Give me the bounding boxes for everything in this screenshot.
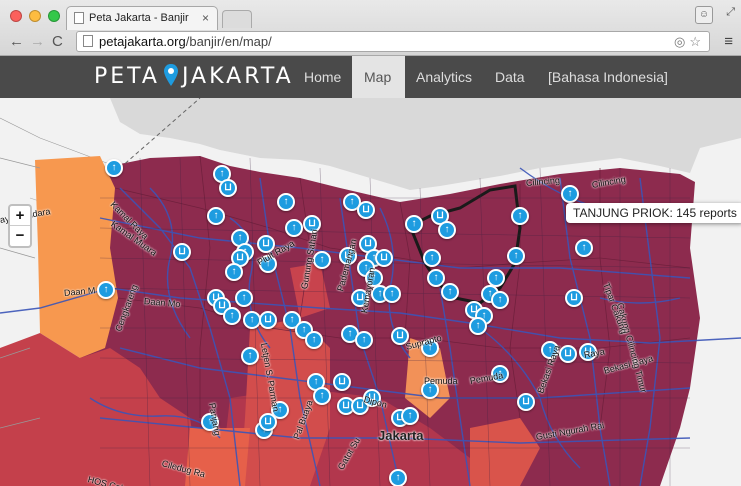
url-host: petajakarta.org: [99, 34, 186, 49]
close-window-button[interactable]: [10, 10, 22, 22]
page-icon: [83, 35, 93, 47]
report-tray-icon[interactable]: ⊔: [219, 179, 237, 197]
arrow-right-icon[interactable]: →: [30, 34, 45, 50]
report-arrow-icon[interactable]: ↑: [355, 331, 373, 349]
report-arrow-icon[interactable]: ↑: [97, 281, 115, 299]
arrow-left-icon[interactable]: ←: [9, 34, 24, 50]
report-arrow-icon[interactable]: ↑: [313, 251, 331, 269]
report-tray-icon[interactable]: ⊔: [259, 413, 277, 431]
report-arrow-icon[interactable]: ↑: [427, 269, 445, 287]
report-arrow-icon[interactable]: ↑: [469, 317, 487, 335]
report-tray-icon[interactable]: ⊔: [565, 289, 583, 307]
nav-analytics[interactable]: Analytics: [404, 56, 484, 98]
report-tray-icon[interactable]: ⊔: [375, 249, 393, 267]
brand-right: JAKARTA: [181, 64, 294, 89]
report-arrow-icon[interactable]: ↑: [507, 247, 525, 265]
zoom-in-button[interactable]: +: [10, 206, 30, 226]
flood-map[interactable]: ↑↑⊔↑↑⊔↑⊔↑↑⊔↑↑⊔⊔↑⊔⊔↑⊔↑↑↑↑⊔↑↑⊔⊔↑↑⊔↑↑↑↑↑↑↑↑…: [0, 98, 741, 486]
nav-home[interactable]: Home: [292, 56, 353, 98]
report-arrow-icon[interactable]: ↑: [575, 239, 593, 257]
report-arrow-icon[interactable]: ↑: [438, 221, 456, 239]
nav-data[interactable]: Data: [483, 56, 537, 98]
brand-logo[interactable]: PETA JAKARTA: [94, 64, 294, 89]
tab-close-icon[interactable]: ×: [202, 7, 209, 29]
report-arrow-icon[interactable]: ↑: [105, 159, 123, 177]
report-arrow-icon[interactable]: ↑: [235, 289, 253, 307]
report-arrow-icon[interactable]: ↑: [305, 331, 323, 349]
report-arrow-icon[interactable]: ↑: [423, 249, 441, 267]
minimize-window-button[interactable]: [29, 10, 41, 22]
district-orange-west: [35, 156, 118, 358]
site-navbar: PETA JAKARTA Home Map Analytics Data [Bah…: [0, 56, 741, 98]
report-tray-icon[interactable]: ⊔: [259, 311, 277, 329]
zoom-window-button[interactable]: [48, 10, 60, 22]
page-icon: [74, 12, 84, 24]
hamburger-menu-icon[interactable]: ≡: [724, 33, 733, 50]
map-pin-icon: [163, 64, 178, 86]
report-tray-icon[interactable]: ⊔: [333, 373, 351, 391]
user-profile-icon[interactable]: ☺: [695, 6, 713, 24]
report-arrow-icon[interactable]: ↑: [241, 347, 259, 365]
report-arrow-icon[interactable]: ↑: [383, 285, 401, 303]
tab-title: Peta Jakarta - Banjir: [89, 12, 189, 24]
address-bar[interactable]: petajakarta.org/banjir/en/map/ ◎☆: [76, 31, 710, 52]
browser-chrome: Peta Jakarta - Banjir × ☺ ⤢ ← → C petaja…: [0, 0, 741, 56]
report-arrow-icon[interactable]: ↑: [561, 185, 579, 203]
report-arrow-icon[interactable]: ↑: [313, 387, 331, 405]
report-tray-icon[interactable]: ⊔: [517, 393, 535, 411]
report-arrow-icon[interactable]: ↑: [405, 215, 423, 233]
report-tray-icon[interactable]: ⊔: [173, 243, 191, 261]
report-arrow-icon[interactable]: ↑: [223, 307, 241, 325]
zoom-out-button[interactable]: −: [10, 226, 30, 246]
new-tab-button[interactable]: [222, 10, 252, 28]
report-arrow-icon[interactable]: ↑: [207, 207, 225, 225]
zoom-control: + −: [8, 204, 32, 248]
report-arrow-icon[interactable]: ↑: [441, 283, 459, 301]
report-arrow-icon[interactable]: ↑: [389, 469, 407, 486]
report-tray-icon[interactable]: ⊔: [357, 201, 375, 219]
url-path: /banjir/en/map/: [185, 34, 272, 49]
report-arrow-icon[interactable]: ↑: [285, 219, 303, 237]
report-arrow-icon[interactable]: ↑: [511, 207, 529, 225]
district-info-box: TANJUNG PRIOK: 145 reports: [566, 203, 741, 223]
brand-left: PETA: [94, 64, 160, 89]
street-label: Pemuda: [424, 376, 458, 386]
location-star-icons[interactable]: ◎☆: [674, 32, 705, 51]
browser-tab[interactable]: Peta Jakarta - Banjir ×: [66, 6, 218, 30]
report-arrow-icon[interactable]: ↑: [491, 291, 509, 309]
nav-map[interactable]: Map: [352, 56, 405, 98]
reload-icon[interactable]: C: [52, 34, 63, 50]
report-arrow-icon[interactable]: ↑: [277, 193, 295, 211]
report-arrow-icon[interactable]: ↑: [225, 263, 243, 281]
nav-bahasa-indonesia[interactable]: [Bahasa Indonesia]: [536, 56, 680, 98]
report-arrow-icon[interactable]: ↑: [401, 407, 419, 425]
fullscreen-icon[interactable]: ⤢: [726, 6, 735, 19]
district-hot-2: [185, 428, 250, 486]
city-label: Jakarta: [378, 428, 424, 443]
